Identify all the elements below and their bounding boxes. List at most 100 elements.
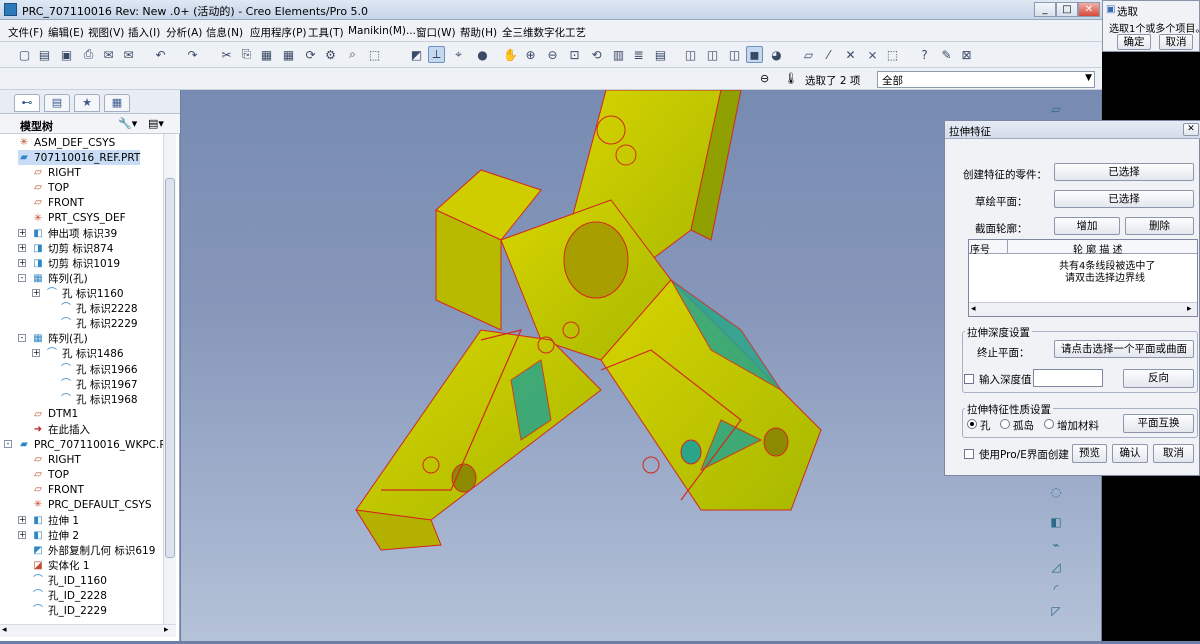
context-help-icon[interactable]: ? <box>916 46 933 63</box>
tree-node[interactable]: - ▦ 阵列(孔) <box>18 331 88 346</box>
tree-node[interactable]: ▰ 707110016_REF.PRT <box>18 150 141 166</box>
appearance-icon[interactable]: ● <box>474 46 491 63</box>
collapse-icon[interactable]: - <box>4 440 12 448</box>
scroll-left-icon[interactable]: ◂ <box>971 304 976 314</box>
menu-help[interactable]: 帮助(H) <box>460 25 497 40</box>
selection-filter-dropdown[interactable]: 全部 ▼ <box>877 71 1095 88</box>
copy-icon[interactable]: ⎘ <box>238 46 255 63</box>
part-select-button[interactable]: 已选择 <box>1054 163 1194 181</box>
clear-selection-icon[interactable]: ⊖ <box>760 72 769 85</box>
tree-columns-icon[interactable]: ▤▾ <box>148 117 164 130</box>
flip-button[interactable]: 反向 <box>1123 369 1194 388</box>
radio-island[interactable] <box>1000 419 1010 429</box>
select-cancel-button[interactable]: 取消 <box>1159 34 1193 50</box>
cancel-button[interactable]: 取消 <box>1153 444 1194 463</box>
select-box-icon[interactable]: ⬚ <box>366 46 383 63</box>
reorient-icon[interactable]: ⟲ <box>588 46 605 63</box>
menu-file[interactable]: 文件(F) <box>8 25 43 40</box>
tree-node[interactable]: ⌒ 孔_ID_2228 <box>32 588 107 603</box>
minimize-button[interactable]: _ <box>1034 2 1056 17</box>
point-display-icon[interactable]: ✕ <box>842 46 859 63</box>
enhanced-realism-icon[interactable]: ◕ <box>768 46 785 63</box>
use-proe-checkbox[interactable] <box>964 449 974 459</box>
plane-display-icon[interactable]: ◩ <box>408 46 425 63</box>
tree-node[interactable]: -▰ PRC_707110016_WKPC.PRT <box>4 437 163 452</box>
tree-node[interactable]: ▱ FRONT <box>32 195 84 210</box>
zoom-out-icon[interactable]: ⊖ <box>544 46 561 63</box>
edit-note-icon[interactable]: ✎ <box>938 46 955 63</box>
expand-icon[interactable]: + <box>18 228 26 237</box>
datum-plane-tool-icon[interactable]: ▱ <box>1047 102 1065 120</box>
tree-node[interactable]: ⌒ 孔 标识1966 <box>60 362 138 377</box>
email-link-icon[interactable]: ✉ <box>120 46 137 63</box>
tree-node[interactable]: ✳ PRT_CSYS_DEF <box>32 211 126 226</box>
tree-settings-icon[interactable]: 🔧▾ <box>118 117 137 130</box>
profile-delete-button[interactable]: 删除 <box>1125 217 1194 235</box>
tree-vertical-scrollbar[interactable] <box>163 134 176 624</box>
tree-node[interactable]: + ◧ 拉伸 1 <box>18 513 79 528</box>
expand-icon[interactable]: + <box>18 530 26 539</box>
tree-node[interactable]: + ◧ 伸出项 标识39 <box>18 226 117 241</box>
menu-insert[interactable]: 插入(I) <box>128 25 160 40</box>
orient-icon[interactable]: ⌖ <box>450 46 467 63</box>
tree-node[interactable]: + ⌒ 孔 标识1486 <box>32 346 124 361</box>
tab-history[interactable]: ▦ <box>104 94 130 112</box>
find-icon[interactable]: ⌕ <box>344 46 361 63</box>
menu-info[interactable]: 信息(N) <box>206 25 243 40</box>
expand-icon[interactable]: + <box>18 243 26 252</box>
wireframe-icon[interactable]: ◫ <box>682 46 699 63</box>
collapse-icon[interactable]: - <box>18 334 26 343</box>
scrollbar-thumb[interactable] <box>165 178 175 558</box>
confirm-button[interactable]: 确认 <box>1112 444 1148 463</box>
pan-icon[interactable]: ✋ <box>502 46 519 63</box>
cut-icon[interactable]: ✂ <box>218 46 235 63</box>
scroll-left-icon[interactable]: ◂ <box>2 625 7 635</box>
regen-manager-icon[interactable]: ⚙ <box>322 46 339 63</box>
tab-model-tree[interactable]: ⊷ <box>14 94 40 112</box>
sketch-plane-button[interactable]: 已选择 <box>1054 190 1194 208</box>
menu-analysis[interactable]: 分析(A) <box>166 25 202 40</box>
email-icon[interactable]: ✉ <box>100 46 117 63</box>
print-icon[interactable]: ⎙ <box>80 46 97 63</box>
select-ok-button[interactable]: 确定 <box>1117 34 1151 50</box>
menu-manikin[interactable]: Manikin(M)... <box>348 25 416 37</box>
open-icon[interactable]: ▤ <box>36 46 53 63</box>
tree-node[interactable]: + ◧ 拉伸 2 <box>18 528 79 543</box>
paste-special-icon[interactable]: ▦ <box>280 46 297 63</box>
paste-icon[interactable]: ▦ <box>258 46 275 63</box>
radio-hole[interactable] <box>967 419 977 429</box>
tree-node[interactable]: + ◨ 切剪 标识874 <box>18 241 113 256</box>
depth-input[interactable] <box>1033 369 1103 387</box>
tree-node[interactable]: ⌒ 孔_ID_1160 <box>32 573 107 588</box>
no-hidden-icon[interactable]: ◫ <box>726 46 743 63</box>
regenerate-icon[interactable]: ⟳ <box>302 46 319 63</box>
profile-list-scrollbar[interactable]: ◂ ▸ <box>969 302 1197 316</box>
tree-node[interactable]: ➜ 在此插入 <box>32 422 90 437</box>
draft-tool-icon[interactable]: ◿ <box>1047 560 1065 578</box>
datum-plane-display-icon[interactable]: ▱ <box>800 46 817 63</box>
csys-display-icon[interactable]: ⨯ <box>864 46 881 63</box>
expand-icon[interactable]: + <box>32 289 40 297</box>
profile-list[interactable]: 序号 轮 廓 描 述 共有4条线段被选中了 请双击选择边界线 ◂ ▸ <box>968 239 1198 317</box>
tree-node[interactable]: ◪ 实体化 1 <box>32 558 89 573</box>
radio-add-material[interactable] <box>1044 419 1054 429</box>
tree-node[interactable]: ⌒ 孔_ID_2229 <box>32 603 107 618</box>
tree-node[interactable]: ▱ TOP <box>32 467 69 482</box>
menu-digital-process[interactable]: 全三维数字化工艺 <box>502 25 586 40</box>
tab-favorites[interactable]: ★ <box>74 94 100 112</box>
hole-tool-icon[interactable]: ◌ <box>1047 485 1065 503</box>
tree-node[interactable]: - ▦ 阵列(孔) <box>18 271 88 286</box>
datum-axis-display-icon[interactable]: ⁄ <box>820 46 837 63</box>
menu-window[interactable]: 窗口(W) <box>416 25 456 40</box>
redo-icon[interactable]: ↷ <box>184 46 201 63</box>
menu-edit[interactable]: 编辑(E) <box>48 25 84 40</box>
maximize-button[interactable]: □ <box>1056 2 1078 17</box>
undo-icon[interactable]: ↶ <box>152 46 169 63</box>
layers-icon[interactable]: ≣ <box>630 46 647 63</box>
rib-tool-icon[interactable]: ⌁ <box>1047 538 1065 556</box>
menu-applications[interactable]: 应用程序(P) <box>250 25 307 40</box>
expand-icon[interactable]: + <box>18 515 26 524</box>
tree-node[interactable]: ▱ FRONT <box>32 482 84 497</box>
hidden-line-icon[interactable]: ◫ <box>704 46 721 63</box>
saved-views-icon[interactable]: ▥ <box>610 46 627 63</box>
